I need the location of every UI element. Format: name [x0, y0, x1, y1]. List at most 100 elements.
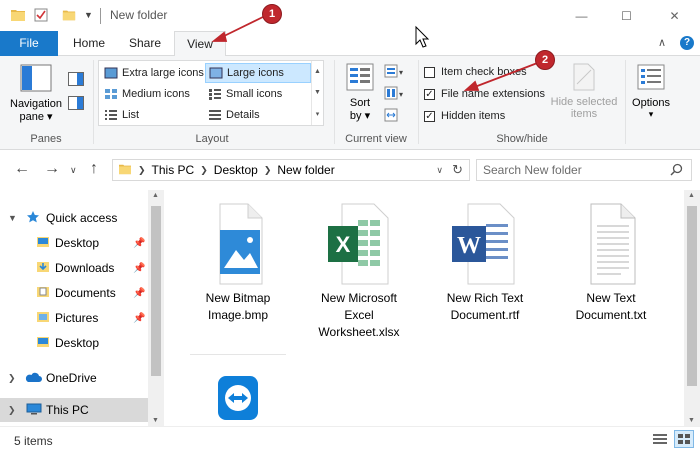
layout-details[interactable]: Details: [205, 105, 311, 125]
back-arrow-icon[interactable]: ←: [14, 160, 30, 178]
file-item-application[interactable]: [186, 372, 290, 426]
add-columns-icon[interactable]: ▾: [384, 86, 406, 103]
file-item-excel[interactable]: X New Microsoft Excel Worksheet.xlsx: [307, 202, 411, 341]
file-list: New Bitmap Image.bmp X New Microsoft Excel…: [164, 190, 700, 426]
group-label-current-view: Current view: [345, 133, 407, 145]
minimize-ribbon-chevron-icon[interactable]: ∧: [658, 36, 666, 49]
layout-small-icons[interactable]: Small icons: [205, 84, 311, 104]
file-item-bitmap[interactable]: New Bitmap Image.bmp: [186, 202, 290, 324]
properties-icon[interactable]: [34, 8, 48, 25]
pin-icon[interactable]: 📌: [133, 313, 145, 324]
layout-list[interactable]: List: [101, 105, 205, 125]
customize-toolbar-chevron-icon[interactable]: ▼: [84, 10, 93, 20]
item-check-boxes-toggle[interactable]: Item check boxes: [424, 63, 527, 81]
bitmap-image-icon: [208, 202, 268, 286]
help-icon[interactable]: ?: [680, 36, 694, 50]
forward-arrow-icon[interactable]: →: [44, 160, 60, 178]
close-button[interactable]: ✕: [652, 0, 697, 31]
group-separator: [418, 60, 419, 144]
hidden-items-toggle[interactable]: ✓ Hidden items: [424, 107, 505, 125]
hide-selected-items-icon: [571, 62, 597, 92]
content-scrollbar[interactable]: ▲ ▼: [684, 190, 700, 426]
large-icons-view-toggle-icon[interactable]: [674, 430, 694, 448]
search-input[interactable]: [483, 163, 663, 177]
layout-large-icons[interactable]: Large icons: [205, 63, 311, 83]
minimize-button[interactable]: —: [559, 0, 604, 31]
nav-item-desktop-2[interactable]: Desktop: [0, 331, 148, 355]
navigation-pane-label-line2: pane ▾: [19, 111, 53, 123]
file-item-text[interactable]: New Text Document.txt: [559, 202, 663, 324]
folder-icon[interactable]: [10, 8, 26, 25]
layout-medium-icons[interactable]: Medium icons: [101, 84, 205, 104]
hide-selected-label-line2: items: [570, 108, 598, 120]
title-bar: ▼ New folder — ☐ ✕: [0, 0, 700, 31]
refresh-icon[interactable]: ↻: [452, 162, 463, 178]
nav-onedrive[interactable]: ❯ OneDrive: [0, 366, 148, 390]
scroll-down-icon[interactable]: ▼: [688, 417, 695, 424]
collapsed-chevron-icon[interactable]: ❯: [8, 405, 16, 416]
options-button[interactable]: Options ▾: [628, 62, 674, 132]
nav-item-downloads[interactable]: Downloads 📌: [0, 256, 148, 280]
search-icon[interactable]: [670, 163, 683, 179]
excel-icon: X: [324, 202, 394, 286]
size-columns-icon[interactable]: [384, 108, 398, 125]
scroll-down-icon[interactable]: ▼: [152, 417, 159, 424]
item-check-boxes-checkbox[interactable]: [424, 66, 435, 78]
breadcrumb-new-folder[interactable]: New folder: [277, 163, 334, 177]
scroll-up-icon[interactable]: ▲: [152, 192, 159, 199]
sort-by-button[interactable]: Sort by ▾: [340, 62, 380, 132]
tab-view[interactable]: View: [174, 31, 226, 57]
layout-item-label: Medium icons: [122, 88, 190, 100]
navigation-pane-button[interactable]: Navigation pane ▾: [6, 62, 66, 132]
address-bar-row: ← → ∨ ↑ ❯ This PC ❯ Desktop ❯ New folder…: [0, 150, 700, 190]
chevron-down-icon[interactable]: ▼: [314, 89, 321, 96]
pin-icon[interactable]: 📌: [133, 263, 145, 274]
address-field[interactable]: ❯ This PC ❯ Desktop ❯ New folder ∨ ↻: [112, 159, 470, 181]
file-item-rich-text[interactable]: W New Rich Text Document.rtf: [433, 202, 537, 324]
breadcrumb-chevron-icon[interactable]: ❯: [138, 165, 146, 176]
tab-share[interactable]: Share: [120, 31, 170, 56]
chevron-up-icon[interactable]: ▲: [314, 68, 321, 75]
details-view-toggle-icon[interactable]: [652, 432, 668, 449]
breadcrumb-chevron-icon[interactable]: ❯: [200, 165, 208, 176]
hidden-items-label: Hidden items: [441, 110, 506, 122]
item-check-boxes-label: Item check boxes: [441, 66, 527, 78]
new-folder-icon[interactable]: [62, 8, 76, 25]
hide-selected-items-button[interactable]: Hide selected items: [548, 62, 620, 132]
nav-quick-access[interactable]: ▼ Quick access: [0, 206, 148, 230]
breadcrumb-chevron-icon[interactable]: ❯: [264, 165, 272, 176]
nav-scrollbar-thumb[interactable]: [151, 206, 161, 376]
tab-file[interactable]: File: [0, 31, 58, 56]
layout-gallery-scroll[interactable]: ▲ ▼ ▾: [311, 61, 323, 125]
collapsed-chevron-icon[interactable]: ❯: [8, 373, 16, 384]
nav-this-pc[interactable]: ❯ This PC: [0, 398, 148, 422]
preview-pane-icon[interactable]: [68, 72, 84, 89]
breadcrumb-this-pc[interactable]: This PC: [152, 163, 195, 177]
layout-item-label: Large icons: [227, 67, 284, 79]
content-scrollbar-thumb[interactable]: [687, 206, 697, 386]
expanded-chevron-icon[interactable]: ▼: [8, 213, 17, 223]
search-box[interactable]: [476, 159, 692, 181]
hidden-items-checkbox[interactable]: ✓: [424, 110, 435, 122]
tab-home[interactable]: Home: [64, 31, 114, 56]
nav-scrollbar[interactable]: ▲ ▼: [148, 190, 164, 426]
group-by-icon[interactable]: ▾: [384, 64, 406, 81]
nav-item-pictures[interactable]: Pictures 📌: [0, 306, 148, 330]
scroll-up-icon[interactable]: ▲: [688, 192, 695, 199]
pin-icon[interactable]: 📌: [133, 288, 145, 299]
nav-item-desktop[interactable]: Desktop 📌: [0, 231, 148, 255]
file-name-extensions-checkbox[interactable]: ✓: [424, 88, 435, 100]
pin-icon[interactable]: 📌: [133, 238, 145, 249]
breadcrumb-desktop[interactable]: Desktop: [214, 163, 258, 177]
nav-label: Documents: [55, 286, 116, 300]
recent-locations-chevron-icon[interactable]: ∨: [70, 165, 77, 176]
nav-item-documents[interactable]: Documents 📌: [0, 281, 148, 305]
address-history-chevron-icon[interactable]: ∨: [436, 165, 443, 176]
layout-extra-large-icons[interactable]: Extra large icons: [101, 63, 205, 83]
documents-folder-icon: [36, 286, 50, 301]
maximize-button[interactable]: ☐: [604, 0, 649, 31]
file-name-extensions-toggle[interactable]: ✓ File name extensions: [424, 85, 545, 103]
details-pane-icon[interactable]: [68, 96, 84, 113]
up-arrow-icon[interactable]: ↑: [90, 160, 98, 178]
more-icon[interactable]: ▾: [316, 110, 320, 118]
